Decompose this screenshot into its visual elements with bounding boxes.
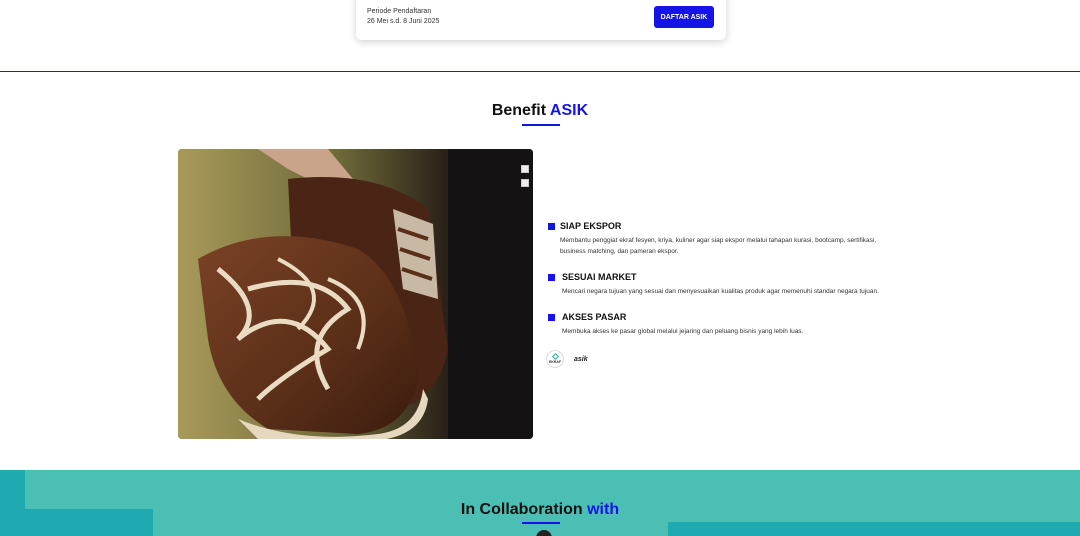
- benefit-item-title: SIAP EKSPOR: [560, 221, 622, 231]
- collaboration-title: In Collaboration with: [0, 501, 1080, 519]
- partner-logo-avatar: [536, 530, 552, 536]
- collaboration-title-accent: with: [587, 501, 620, 518]
- collaboration-title-underline: [522, 522, 560, 524]
- ekraf-logo: EKRAF: [546, 350, 564, 368]
- bullet-icon: [548, 314, 555, 321]
- benefit-item-description: Mencari negara tujuan yang sesuai dan me…: [562, 288, 879, 295]
- bullet-icon: [548, 223, 555, 230]
- benefit-item-description: Membuka akses ke pasar global melalui je…: [562, 328, 804, 335]
- section-divider: [0, 71, 1080, 72]
- benefit-item-title: SESUAI MARKET: [562, 272, 637, 282]
- daftar-asik-button[interactable]: DAFTAR ASIK: [654, 6, 714, 28]
- benefit-product-photo: [178, 149, 533, 439]
- partner-logos: EKRAF asik: [546, 350, 588, 368]
- bullet-icon: [548, 274, 555, 281]
- collaboration-section: In Collaboration with: [0, 470, 1080, 536]
- benefit-title-accent: ASIK: [549, 102, 589, 119]
- benefit-section-title: Benefit ASIK: [0, 102, 1080, 120]
- registration-period-dates: 26 Mei s.d. 8 Juni 2025: [367, 18, 440, 25]
- benefit-item-title: AKSES PASAR: [562, 312, 627, 322]
- asik-logo: asik: [574, 355, 588, 363]
- benefit-title-main: Benefit: [491, 102, 547, 119]
- decorative-shape: [668, 522, 1080, 536]
- benefit-item-description: Membantu penggiat ekraf fesyen, kriya, k…: [560, 237, 877, 255]
- registration-card: Periode Pendaftaran 26 Mei s.d. 8 Juni 2…: [356, 0, 726, 40]
- carousel-dot-1[interactable]: [521, 165, 529, 173]
- benefit-title-underline: [522, 124, 560, 126]
- carousel-dot-2[interactable]: [521, 179, 529, 187]
- collaboration-title-main: In Collaboration: [460, 501, 583, 518]
- registration-period-label: Periode Pendaftaran: [367, 8, 432, 15]
